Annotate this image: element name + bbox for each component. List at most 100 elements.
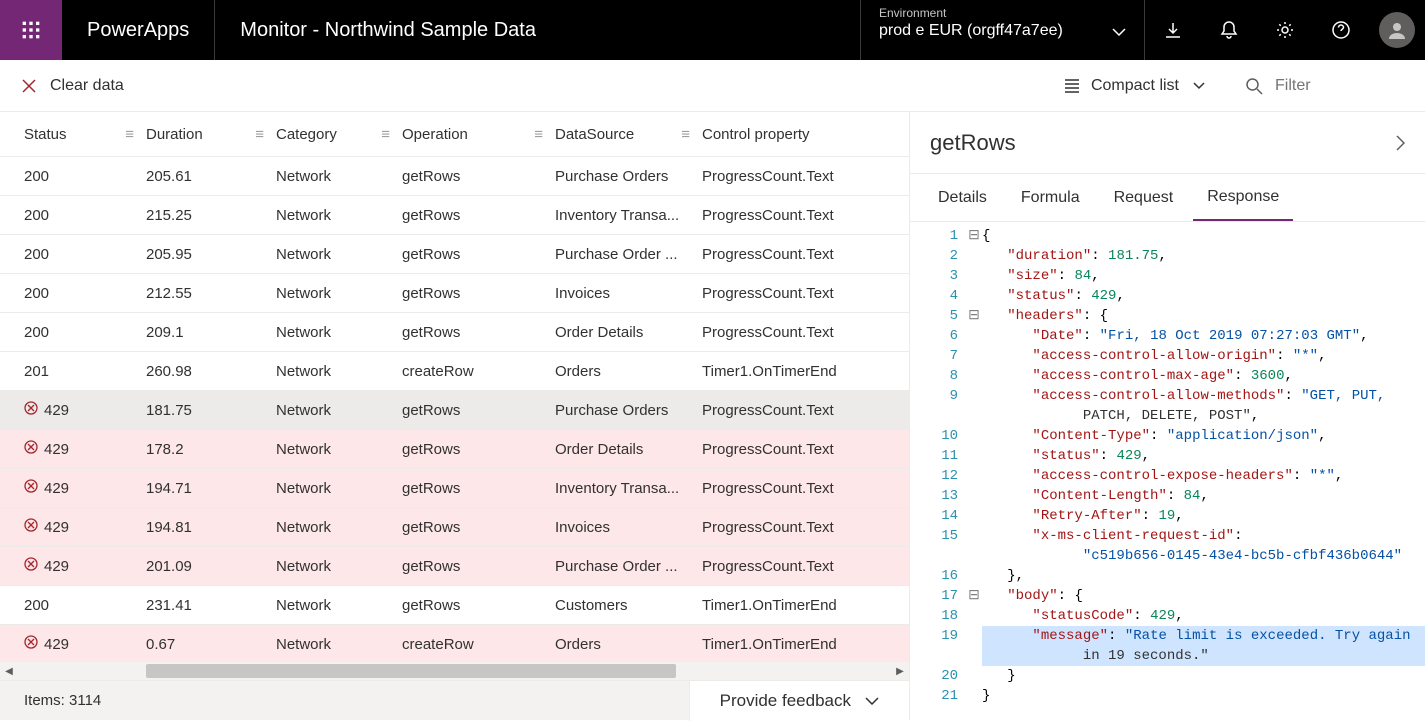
list-icon [1061,78,1079,94]
col-duration[interactable]: Duration≡ [146,126,276,143]
items-count: Items: 3114 [0,692,101,709]
grid-body[interactable]: 200205.61NetworkgetRowsPurchase OrdersPr… [0,157,909,662]
table-row[interactable]: 200205.95NetworkgetRowsPurchase Order ..… [0,235,909,274]
cell-status: 200 [24,207,146,224]
cell-duration: 215.25 [146,207,276,224]
error-icon [24,518,38,532]
clear-data-button[interactable]: Clear data [0,60,144,112]
cell-duration: 194.81 [146,519,276,536]
avatar-button[interactable] [1369,0,1425,60]
table-row[interactable]: 4290.67NetworkcreateRowOrdersTimer1.OnTi… [0,625,909,662]
cell-status: 201 [24,363,146,380]
table-row[interactable]: 200215.25NetworkgetRowsInventory Transa.… [0,196,909,235]
cell-category: Network [276,246,402,263]
cell-duration: 260.98 [146,363,276,380]
env-label: Environment [879,6,1114,20]
events-grid: Status≡ Duration≡ Category≡ Operation≡ D… [0,112,910,720]
cell-duration: 212.55 [146,285,276,302]
feedback-label: Provide feedback [720,691,851,711]
cell-duration: 209.1 [146,324,276,341]
column-menu-icon[interactable]: ≡ [681,126,702,143]
col-control[interactable]: Control property [702,126,902,143]
cell-datasource: Invoices [555,285,702,302]
cell-category: Network [276,519,402,536]
error-icon [24,440,38,454]
bell-icon[interactable] [1201,0,1257,60]
grid-header: Status≡ Duration≡ Category≡ Operation≡ D… [0,112,909,157]
horizontal-scrollbar[interactable]: ◀ ▶ [0,662,909,680]
cell-status: 200 [24,285,146,302]
gear-icon[interactable] [1257,0,1313,60]
tab-request[interactable]: Request [1100,174,1188,221]
help-icon[interactable] [1313,0,1369,60]
feedback-button[interactable]: Provide feedback [689,681,909,721]
chevron-right-icon[interactable] [1395,134,1405,152]
cell-duration: 194.71 [146,480,276,497]
table-row[interactable]: 429201.09NetworkgetRowsPurchase Order ..… [0,547,909,586]
cell-status: 429 [24,518,146,536]
cell-category: Network [276,480,402,497]
tab-response[interactable]: Response [1193,174,1293,221]
scroll-left-icon[interactable]: ◀ [0,666,18,677]
table-row[interactable]: 200205.61NetworkgetRowsPurchase OrdersPr… [0,157,909,196]
waffle-icon[interactable] [0,0,62,60]
cell-control: ProgressCount.Text [702,558,902,575]
cell-category: Network [276,558,402,575]
cell-control: ProgressCount.Text [702,402,902,419]
cell-duration: 205.95 [146,246,276,263]
download-icon[interactable] [1145,0,1201,60]
page-title: Monitor - Northwind Sample Data [215,19,860,42]
cell-control: ProgressCount.Text [702,441,902,458]
cell-control: Timer1.OnTimerEnd [702,636,902,653]
col-status[interactable]: Status≡ [24,126,146,143]
cell-operation: createRow [402,636,555,653]
tab-details[interactable]: Details [924,174,1001,221]
cell-control: ProgressCount.Text [702,519,902,536]
table-row[interactable]: 200212.55NetworkgetRowsInvoicesProgressC… [0,274,909,313]
col-category[interactable]: Category≡ [276,126,402,143]
table-row[interactable]: 429178.2NetworkgetRowsOrder DetailsProgr… [0,430,909,469]
app-name[interactable]: PowerApps [62,19,214,42]
cell-category: Network [276,285,402,302]
table-row[interactable]: 200231.41NetworkgetRowsCustomersTimer1.O… [0,586,909,625]
table-row[interactable]: 201260.98NetworkcreateRowOrdersTimer1.On… [0,352,909,391]
cell-operation: getRows [402,285,555,302]
cell-status: 429 [24,479,146,497]
table-row[interactable]: 429194.81NetworkgetRowsInvoicesProgressC… [0,508,909,547]
col-operation[interactable]: Operation≡ [402,126,555,143]
table-row[interactable]: 429181.75NetworkgetRowsPurchase OrdersPr… [0,391,909,430]
clear-label: Clear data [50,77,124,95]
chevron-down-icon [1112,28,1126,36]
cell-duration: 231.41 [146,597,276,614]
cell-status: 200 [24,168,146,185]
cell-category: Network [276,324,402,341]
scroll-right-icon[interactable]: ▶ [891,666,909,677]
table-row[interactable]: 200209.1NetworkgetRowsOrder DetailsProgr… [0,313,909,352]
filter-box[interactable] [1225,77,1425,95]
column-menu-icon[interactable]: ≡ [125,126,146,143]
cell-operation: createRow [402,363,555,380]
search-icon [1245,77,1263,95]
cell-datasource: Purchase Order ... [555,246,702,263]
cell-control: ProgressCount.Text [702,246,902,263]
cell-operation: getRows [402,597,555,614]
response-json[interactable]: 1⊟{2 "duration": 181.75,3 "size": 84,4 "… [910,222,1425,720]
cell-operation: getRows [402,519,555,536]
compact-list-button[interactable]: Compact list [1041,60,1225,112]
cell-datasource: Customers [555,597,702,614]
column-menu-icon[interactable]: ≡ [534,126,555,143]
error-icon [24,557,38,571]
col-datasource[interactable]: DataSource≡ [555,126,702,143]
cell-datasource: Order Details [555,441,702,458]
table-row[interactable]: 429194.71NetworkgetRowsInventory Transa.… [0,469,909,508]
environment-picker[interactable]: Environment prod e EUR (orgff47a7ee) [860,0,1145,60]
cell-datasource: Inventory Transa... [555,480,702,497]
chevron-down-icon [1193,82,1205,90]
tab-formula[interactable]: Formula [1007,174,1094,221]
filter-input[interactable] [1275,77,1395,95]
cell-control: ProgressCount.Text [702,207,902,224]
scroll-thumb[interactable] [146,664,676,678]
cell-datasource: Orders [555,363,702,380]
column-menu-icon[interactable]: ≡ [381,126,402,143]
column-menu-icon[interactable]: ≡ [255,126,276,143]
